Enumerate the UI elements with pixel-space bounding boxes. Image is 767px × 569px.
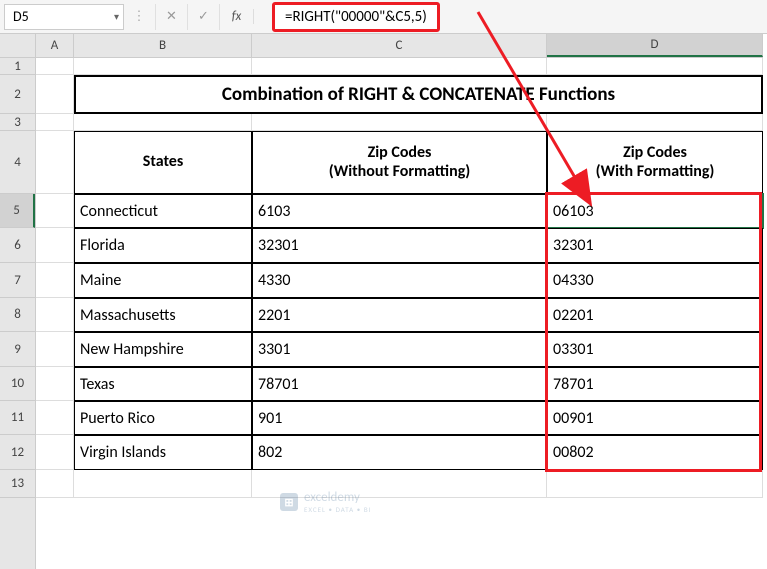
empty-cell[interactable] bbox=[547, 58, 763, 75]
empty-cell[interactable] bbox=[36, 194, 74, 228]
row-header-10[interactable]: 10 bbox=[0, 367, 35, 401]
table-cell-state[interactable]: Maine bbox=[74, 263, 252, 298]
select-all-corner[interactable] bbox=[0, 34, 36, 58]
row-headers: 12345678910111213 bbox=[0, 58, 36, 569]
column-headers: ABCD bbox=[36, 34, 763, 58]
watermark-brand: exceldemy bbox=[304, 490, 360, 505]
table-cell-state[interactable]: New Hampshire bbox=[74, 332, 252, 367]
empty-cell[interactable] bbox=[74, 114, 252, 131]
empty-cell[interactable] bbox=[547, 470, 763, 498]
empty-cell[interactable] bbox=[36, 401, 74, 435]
col-header-b[interactable]: B bbox=[74, 34, 252, 57]
empty-cell[interactable] bbox=[36, 263, 74, 298]
formula-bar: D5 ▾ ⋮ ✕ ✓ fx =RIGHT("00000"&C5,5) bbox=[0, 0, 767, 34]
table-cell-zip-with[interactable]: 78701 bbox=[547, 367, 763, 401]
row-header-11[interactable]: 11 bbox=[0, 401, 35, 435]
enter-icon[interactable]: ✓ bbox=[188, 4, 220, 30]
table-cell-zip-with[interactable]: 03301 bbox=[547, 332, 763, 367]
empty-cell[interactable] bbox=[36, 470, 74, 498]
table-cell-zip-with[interactable]: 06103 bbox=[547, 194, 763, 228]
empty-cell[interactable] bbox=[252, 114, 547, 131]
table-cell-zip-with[interactable]: 04330 bbox=[547, 263, 763, 298]
empty-cell[interactable] bbox=[547, 114, 763, 131]
col-header-a[interactable]: A bbox=[36, 34, 74, 57]
table-cell-zip-with[interactable]: 00901 bbox=[547, 401, 763, 435]
row-header-5[interactable]: 5 bbox=[0, 194, 35, 228]
table-cell-zip-with[interactable]: 32301 bbox=[547, 228, 763, 263]
watermark-logo-icon: ⊞ bbox=[280, 493, 298, 511]
table-cell-state[interactable]: Massachusetts bbox=[74, 298, 252, 332]
formula-bar-more-icon: ⋮ bbox=[124, 4, 156, 30]
empty-cell[interactable] bbox=[36, 114, 74, 131]
table-cell-zip-without[interactable]: 2201 bbox=[252, 298, 547, 332]
table-cell-zip-without[interactable]: 6103 bbox=[252, 194, 547, 228]
table-cell-zip-without[interactable]: 901 bbox=[252, 401, 547, 435]
name-box-value: D5 bbox=[13, 8, 29, 25]
fx-label[interactable]: fx bbox=[220, 9, 254, 24]
empty-cell[interactable] bbox=[74, 58, 252, 75]
empty-cell[interactable] bbox=[36, 298, 74, 332]
row-header-3[interactable]: 3 bbox=[0, 114, 35, 131]
watermark-tag: EXCEL • DATA • BI bbox=[304, 505, 371, 514]
table-cell-zip-with[interactable]: 00802 bbox=[547, 435, 763, 470]
header-states[interactable]: States bbox=[74, 131, 252, 194]
cancel-icon[interactable]: ✕ bbox=[156, 4, 188, 30]
table-cell-state[interactable]: Florida bbox=[74, 228, 252, 263]
col-header-d[interactable]: D bbox=[547, 34, 763, 57]
formula-input[interactable]: =RIGHT("00000"&C5,5) bbox=[272, 2, 440, 32]
table-cell-zip-with[interactable]: 02201 bbox=[547, 298, 763, 332]
empty-cell[interactable] bbox=[36, 228, 74, 263]
row-header-9[interactable]: 9 bbox=[0, 332, 35, 367]
row-header-4[interactable]: 4 bbox=[0, 131, 35, 194]
empty-cell[interactable] bbox=[36, 131, 74, 194]
empty-cell[interactable] bbox=[36, 332, 74, 367]
table-cell-zip-without[interactable]: 3301 bbox=[252, 332, 547, 367]
table-cell-state[interactable]: Texas bbox=[74, 367, 252, 401]
empty-cell[interactable] bbox=[36, 58, 74, 75]
row-header-6[interactable]: 6 bbox=[0, 228, 35, 263]
empty-cell[interactable] bbox=[36, 367, 74, 401]
row-header-13[interactable]: 13 bbox=[0, 470, 35, 498]
watermark: ⊞ exceldemy EXCEL • DATA • BI bbox=[280, 490, 371, 514]
header-zip-without[interactable]: Zip Codes(Without Formatting) bbox=[252, 131, 547, 194]
name-box[interactable]: D5 ▾ bbox=[4, 4, 124, 30]
table-cell-state[interactable]: Virgin Islands bbox=[74, 435, 252, 470]
table-cell-zip-without[interactable]: 78701 bbox=[252, 367, 547, 401]
col-header-c[interactable]: C bbox=[252, 34, 547, 57]
row-header-2[interactable]: 2 bbox=[0, 75, 35, 114]
row-header-7[interactable]: 7 bbox=[0, 263, 35, 298]
empty-cell[interactable] bbox=[252, 58, 547, 75]
header-zip-with[interactable]: Zip Codes(With Formatting) bbox=[547, 131, 763, 194]
name-box-dropdown-icon[interactable]: ▾ bbox=[114, 10, 119, 23]
cells-area[interactable]: Combination of RIGHT & CONCATENATE Funct… bbox=[36, 58, 767, 498]
empty-cell[interactable] bbox=[36, 75, 74, 114]
row-header-1[interactable]: 1 bbox=[0, 58, 35, 75]
row-header-12[interactable]: 12 bbox=[0, 435, 35, 470]
table-cell-zip-without[interactable]: 4330 bbox=[252, 263, 547, 298]
table-cell-zip-without[interactable]: 802 bbox=[252, 435, 547, 470]
page-title[interactable]: Combination of RIGHT & CONCATENATE Funct… bbox=[74, 75, 763, 114]
table-cell-state[interactable]: Connecticut bbox=[74, 194, 252, 228]
table-cell-zip-without[interactable]: 32301 bbox=[252, 228, 547, 263]
table-cell-state[interactable]: Puerto Rico bbox=[74, 401, 252, 435]
empty-cell[interactable] bbox=[74, 470, 252, 498]
empty-cell[interactable] bbox=[36, 435, 74, 470]
row-header-8[interactable]: 8 bbox=[0, 298, 35, 332]
